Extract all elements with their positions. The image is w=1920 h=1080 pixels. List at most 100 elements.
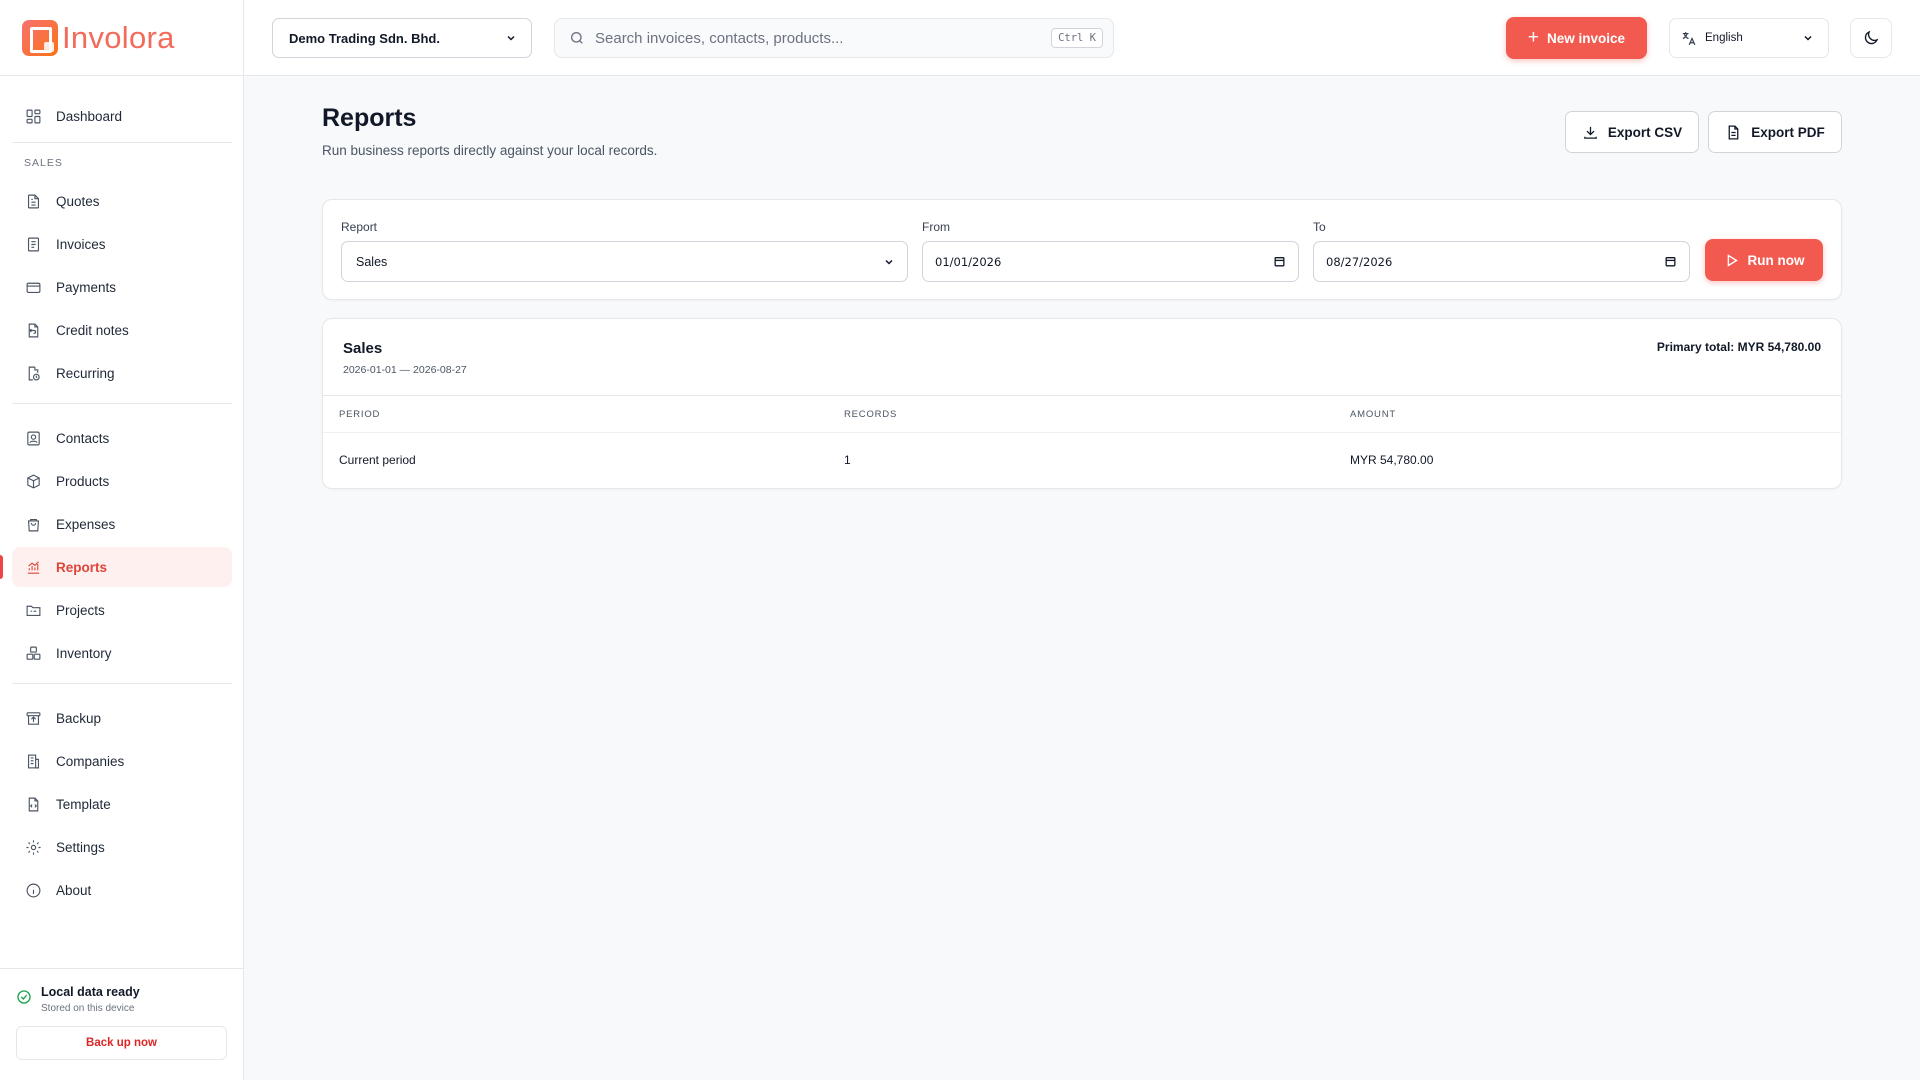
sidebar-item-settings[interactable]: Settings — [12, 827, 232, 867]
chart-icon — [27, 560, 40, 574]
boxes-icon — [26, 646, 41, 660]
to-date-value: 08/27/2026 — [1326, 254, 1393, 269]
sidebar-item-label: Expenses — [56, 516, 116, 532]
page-subtitle: Run business reports directly against yo… — [322, 143, 658, 158]
theme-toggle-button[interactable] — [1850, 18, 1892, 58]
primary-total: Primary total: MYR 54,780.00 — [1656, 340, 1821, 354]
sidebar-status-panel: Local data ready Stored on this device B… — [0, 968, 244, 1080]
from-date-value: 01/01/2026 — [935, 254, 1002, 269]
global-search[interactable]: Ctrl K — [554, 18, 1114, 58]
sidebar-item-label: Projects — [56, 602, 105, 618]
sidebar-item-label: Backup — [56, 710, 102, 726]
chevron-down-icon — [885, 259, 893, 265]
dashboard-icon — [26, 109, 41, 123]
report-result: Sales 2026-01-01 — 2026-08-27 Primary to… — [322, 318, 1842, 489]
sidebar-item-invoices[interactable]: Invoices — [12, 224, 232, 264]
cell-period: Current period — [339, 453, 416, 467]
sidebar-item-inventory[interactable]: Inventory — [12, 633, 232, 673]
page-title: Reports — [322, 104, 417, 132]
nav-divider — [12, 683, 232, 684]
app-name: Involora — [62, 20, 175, 55]
table-header: PERIOD RECORDS AMOUNT — [323, 395, 1841, 433]
nav-section-sales: SALES — [24, 157, 63, 169]
column-header-records: RECORDS — [844, 409, 898, 420]
sidebar-item-credit-notes[interactable]: Credit notes — [12, 310, 232, 350]
check-circle-icon — [16, 985, 32, 1010]
report-select-value: Sales — [356, 254, 388, 269]
calendar-icon — [1274, 257, 1285, 267]
sidebar-item-label: Settings — [56, 839, 105, 855]
calendar-icon — [1665, 257, 1676, 267]
chevron-down-icon — [507, 35, 515, 41]
sidebar-item-products[interactable]: Products — [12, 461, 232, 501]
sidebar-item-label: Invoices — [56, 236, 106, 252]
sidebar-item-companies[interactable]: Companies — [12, 741, 232, 781]
search-input[interactable] — [595, 29, 1042, 47]
back-up-now-button[interactable]: Back up now — [16, 1026, 227, 1060]
table-row: Current period 1 MYR 54,780.00 — [323, 433, 1841, 488]
sidebar-item-template[interactable]: Template — [12, 784, 232, 824]
column-header-period: PERIOD — [339, 409, 381, 420]
sidebar-item-recurring[interactable]: Recurring — [12, 353, 232, 393]
sidebar-item-backup[interactable]: Backup — [12, 698, 232, 738]
sidebar-item-label: Template — [56, 796, 111, 812]
language-label: English — [1705, 32, 1743, 44]
moon-icon — [1864, 30, 1879, 45]
report-filters: Report Sales From 01/01/2026 To 08/27/20… — [322, 199, 1842, 300]
company-select[interactable]: Demo Trading Sdn. Bhd. — [272, 18, 532, 58]
credit-card-icon — [26, 282, 41, 293]
export-csv-button[interactable]: Export CSV — [1565, 111, 1699, 153]
sidebar-item-label: Recurring — [56, 365, 115, 381]
from-date-input[interactable]: 01/01/2026 — [922, 241, 1299, 282]
language-select[interactable]: English — [1669, 18, 1829, 58]
sidebar-item-label: Payments — [56, 279, 117, 295]
sidebar-item-label: Credit notes — [56, 322, 129, 338]
new-invoice-label: New invoice — [1547, 30, 1626, 46]
download-icon — [1584, 126, 1597, 139]
cell-amount: MYR 54,780.00 — [1350, 453, 1434, 467]
sidebar-item-reports[interactable]: Reports — [0, 547, 232, 587]
sidebar-item-payments[interactable]: Payments — [12, 267, 232, 307]
result-title: Sales — [343, 340, 383, 357]
contact-book-icon — [27, 431, 40, 445]
file-code-icon — [28, 797, 39, 811]
export-pdf-button[interactable]: Export PDF — [1708, 111, 1842, 153]
column-header-amount: AMOUNT — [1350, 409, 1396, 420]
run-now-label: Run now — [1747, 252, 1805, 268]
invoice-icon — [27, 237, 40, 251]
sidebar-item-dashboard[interactable]: Dashboard — [12, 96, 232, 136]
export-pdf-label: Export PDF — [1751, 124, 1825, 140]
status-title: Local data ready — [41, 985, 140, 999]
sidebar-item-label: Inventory — [56, 645, 112, 661]
sidebar-item-about[interactable]: About — [12, 870, 232, 910]
sidebar-item-label: Products — [56, 473, 110, 489]
nav-divider — [12, 403, 232, 404]
from-label: From — [922, 220, 950, 234]
new-invoice-button[interactable]: + New invoice — [1506, 17, 1647, 59]
company-name: Demo Trading Sdn. Bhd. — [289, 30, 440, 46]
sidebar-item-projects[interactable]: Projects — [12, 590, 232, 630]
sidebar-divider — [0, 75, 244, 76]
to-label: To — [1313, 220, 1326, 234]
file-text-icon — [1728, 124, 1739, 140]
translate-icon — [1682, 31, 1696, 45]
run-now-button[interactable]: Run now — [1705, 239, 1823, 281]
folder-icon — [26, 605, 41, 616]
sidebar-item-expenses[interactable]: Expenses — [12, 504, 232, 544]
sidebar-item-label: Companies — [56, 753, 125, 769]
report-select[interactable]: Sales — [341, 241, 908, 282]
sidebar: Involora Dashboard SALES Quotes Invoices… — [0, 0, 244, 1080]
play-icon — [1727, 253, 1738, 267]
sidebar-item-quotes[interactable]: Quotes — [12, 181, 232, 221]
top-bar: Demo Trading Sdn. Bhd. Ctrl K + New invo… — [244, 0, 1920, 76]
quote-document-icon — [27, 194, 40, 208]
app-logo[interactable]: Involora — [22, 18, 175, 58]
chevron-down-icon — [1804, 35, 1812, 41]
sidebar-item-label: Contacts — [56, 430, 110, 446]
nav-divider — [12, 142, 232, 143]
plus-icon: + — [1527, 26, 1540, 48]
sidebar-item-contacts[interactable]: Contacts — [12, 418, 232, 458]
sidebar-item-label: Dashboard — [56, 108, 123, 124]
logo-icon — [22, 20, 58, 56]
to-date-input[interactable]: 08/27/2026 — [1313, 241, 1690, 282]
